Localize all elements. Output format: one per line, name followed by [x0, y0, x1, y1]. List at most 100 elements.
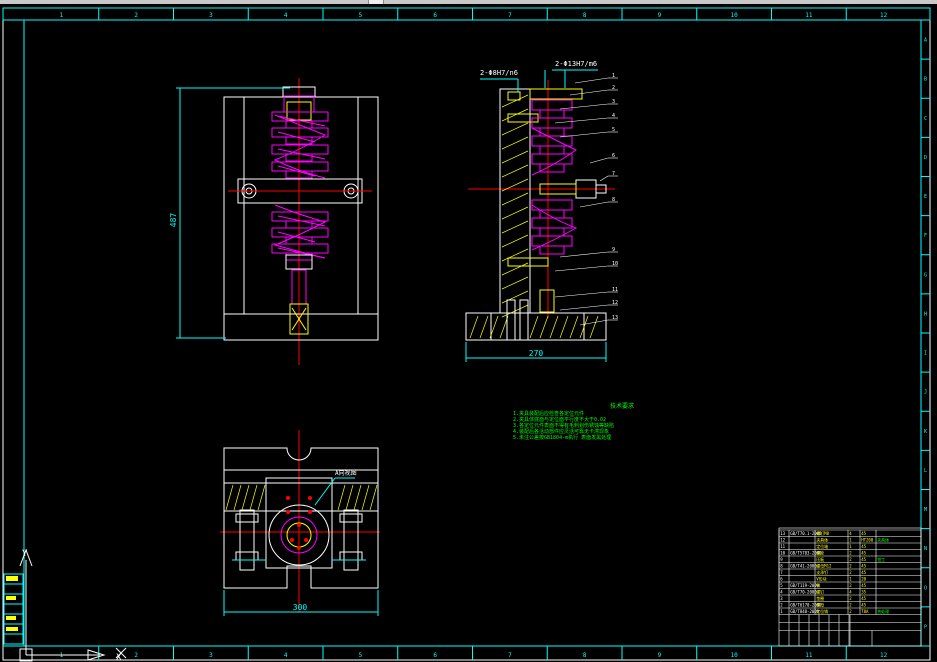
title-block-cell: 6 [780, 577, 783, 582]
row-label: A [924, 38, 927, 44]
row-label: L [924, 468, 927, 474]
column-label-top: 1 [60, 12, 64, 19]
title-block-cell: 螺钉M8 [816, 530, 829, 536]
title-block-cell: HT200 [861, 538, 874, 543]
row-label: D [924, 155, 927, 161]
title-block-cell: 1 [780, 609, 783, 614]
title-block-cell: 45 [861, 557, 866, 562]
title-block-cell: 定位销 [816, 608, 828, 614]
title-block-cell: 35 [861, 590, 866, 595]
note-line-3: 3.各定位元件表面不得有毛刺划伤锈蚀等缺陷 [513, 422, 614, 429]
column-label-bottom: 12 [880, 652, 888, 659]
column-label-top: 11 [805, 12, 813, 19]
dim-width-plan: 300 [293, 603, 308, 612]
column-label-bottom: 10 [731, 652, 739, 659]
title-block-cell: 8 [780, 564, 783, 569]
column-label-top: 2 [134, 12, 138, 19]
title-block-cell: 销 [816, 582, 820, 588]
title-block-cell: 45 [861, 551, 866, 556]
column-label-top: 5 [359, 12, 363, 19]
title-block-cell: 压板 [816, 556, 824, 562]
title-block-cell: 螺栓 [816, 550, 824, 556]
balloon-number: 6 [612, 153, 615, 159]
balloon-number: 11 [612, 287, 618, 293]
title-block-cell: 1 [849, 538, 852, 543]
note-line-2: 2.夹具体底面与定位面平行度不大于0.02 [513, 416, 606, 423]
title-block-cell: 2 [849, 570, 852, 575]
row-label: J [924, 390, 927, 396]
title-block-cell: 4 [780, 590, 783, 595]
title-block-cell: 支承钉 [816, 569, 828, 575]
front-view[interactable]: 487 [169, 78, 379, 365]
title-block-cell: 3 [780, 596, 783, 601]
column-label-top: 6 [433, 12, 437, 19]
dim-height: 487 [169, 213, 178, 228]
ucs-y-label: Y [22, 549, 28, 559]
title-block[interactable]: 13 GB/T70.1-2000螺钉M8 4 4512 夹具体 1 HT200 夹具体11 定位… [778, 527, 922, 647]
column-label-bottom: 7 [508, 652, 512, 659]
title-block-cell: 夹具体 [816, 537, 828, 543]
row-label: N [924, 546, 927, 552]
drawing-canvas[interactable]: 112233445566778899101011111212 ABCDEFGHI… [0, 0, 937, 662]
title-block-cell: 4 [849, 531, 852, 536]
note-line-4: 4.装配后各活动部件应灵活可靠无卡滞现象 [513, 428, 609, 435]
title-block-cell: 45 [861, 603, 866, 608]
title-block-cell: 2 [780, 603, 783, 608]
column-label-bottom: 8 [583, 652, 587, 659]
column-label-bottom: 5 [359, 652, 363, 659]
title-block-cell: 45 [861, 570, 866, 575]
title-block-cell: 定位轴 [816, 543, 828, 549]
row-label: H [924, 311, 927, 317]
title-block-cell: 9 [780, 557, 783, 562]
title-block-cell: 1 [849, 577, 852, 582]
column-label-bottom: 2 [134, 652, 138, 659]
title-block-cell: 2 [849, 609, 852, 614]
note-line-1: 1.夹具装配后应检查各定位元件 [513, 410, 584, 417]
row-label: O [924, 585, 927, 591]
plan-view[interactable]: A向视图 300 [220, 430, 380, 616]
title-block-cell: T8A [861, 609, 869, 614]
title-block-cell: 11 [780, 544, 785, 549]
balloon-number: 13 [612, 315, 618, 321]
side-view[interactable]: 270 2-Φ8H7/n6 2-Φ13H7/m6 123456789101112… [465, 60, 618, 362]
column-label-bottom: 9 [658, 652, 662, 659]
title-block-cell: 螺母 [816, 602, 824, 608]
title-block-cell: 垫圈 [816, 595, 824, 601]
row-label: M [924, 507, 927, 513]
title-block-cell: 2 [849, 596, 852, 601]
balloon-number: 12 [612, 300, 618, 306]
title-block-cell: 钳工 [877, 556, 885, 562]
column-label-top: 4 [284, 12, 288, 19]
left-stamp-block [3, 573, 24, 645]
row-label: K [924, 429, 927, 435]
title-block-cell: 45 [861, 583, 866, 588]
note-line-5: 5.未注公差按GB1804-m执行 表面发黑处理 [513, 434, 611, 441]
title-block-cell: 7 [780, 570, 783, 575]
fit-label-1: 2-Φ8H7/n6 [480, 69, 518, 77]
title-block-cell: 13 [780, 531, 785, 536]
row-label: C [924, 116, 927, 122]
ucs-icon: Y X [19, 548, 127, 662]
notes-title: 技术要求 [610, 402, 634, 410]
title-block-cell: GB/T41-2000 [790, 564, 817, 569]
row-label: F [924, 233, 927, 239]
title-block-cell: 1 [849, 544, 852, 549]
column-label-top: 10 [731, 12, 739, 19]
title-block-cell: 10 [780, 551, 785, 556]
balloon-number: 4 [612, 113, 615, 119]
row-label: B [924, 77, 927, 83]
title-block-cell: 2 [849, 564, 852, 569]
title-block-cell: 4 [849, 590, 852, 595]
title-block-cell: 20 [861, 577, 866, 582]
balloon-number: 3 [612, 99, 615, 105]
balloon-number: 5 [612, 127, 615, 133]
column-label-top: 3 [209, 12, 213, 19]
technical-notes: 技术要求 1.夹具装配后应检查各定位元件 2.夹具体底面与定位面平行度不大于0.… [513, 402, 634, 441]
column-label-top: 7 [508, 12, 512, 19]
column-label-top: 9 [658, 12, 662, 19]
title-block-cell: 热处理 [877, 608, 889, 614]
balloon-number: 9 [612, 247, 615, 253]
title-block-cell: 螺母M12 [816, 563, 832, 569]
column-label-bottom: 6 [433, 652, 437, 659]
dim-width-side: 270 [529, 349, 544, 358]
